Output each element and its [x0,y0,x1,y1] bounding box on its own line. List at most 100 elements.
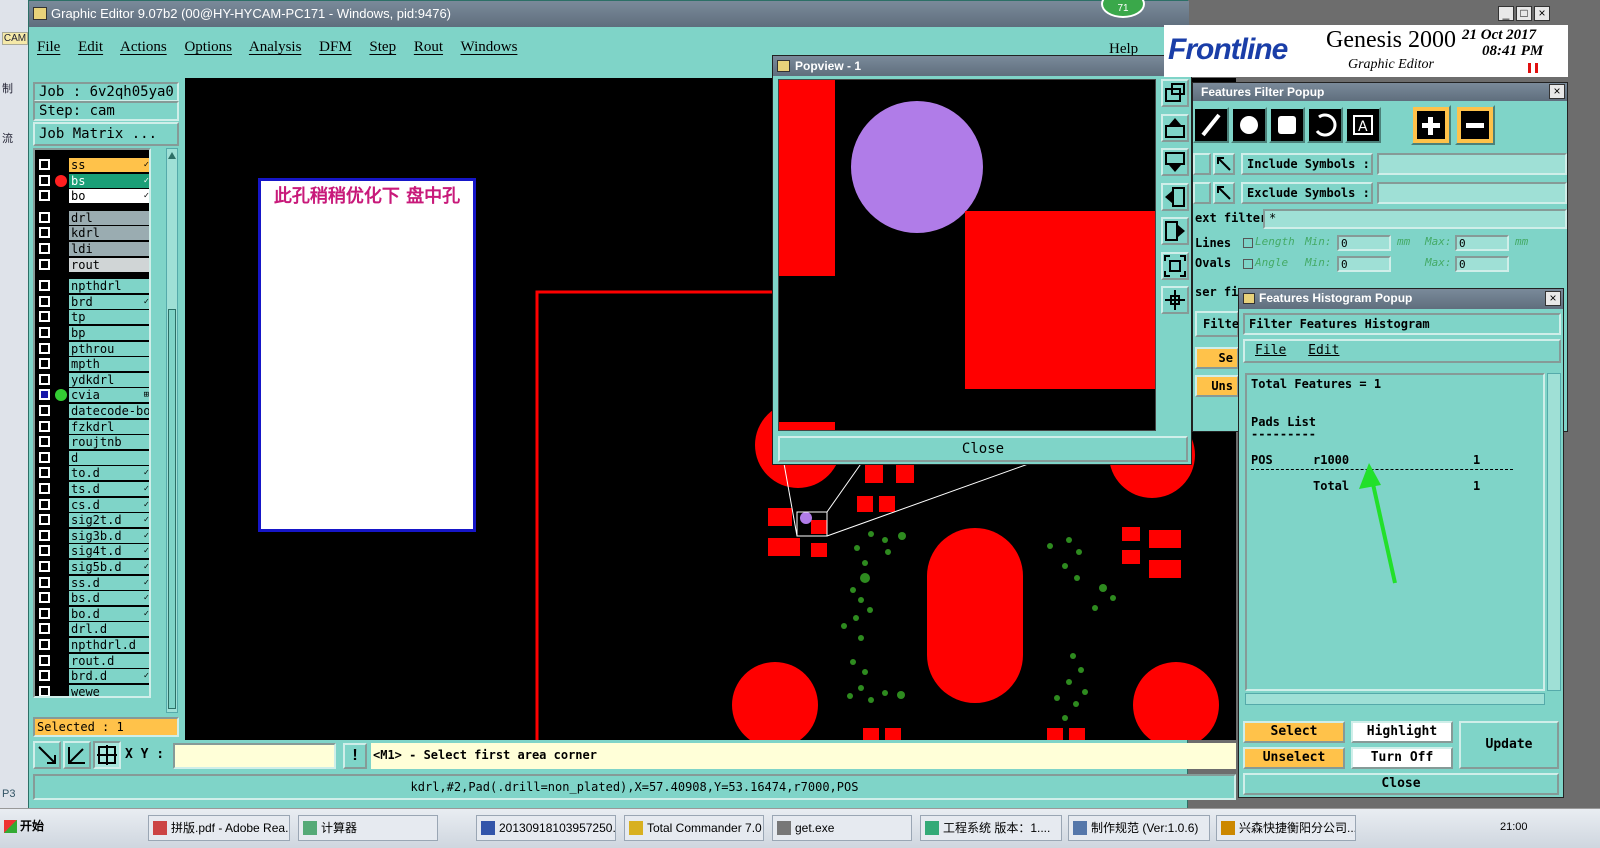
maximize-button[interactable]: □ [1516,6,1532,21]
menu-actions[interactable]: Actions [120,39,167,55]
tool-surface[interactable] [1269,107,1305,143]
update-button[interactable]: Update [1459,721,1559,769]
unselect-button[interactable]: Unselect [1243,747,1345,769]
layer-row[interactable]: brd.d ✓ [35,669,149,684]
task-item[interactable]: 拼版.pdf - Adobe Rea... [148,815,290,841]
histogram-close-button[interactable]: Close [1243,773,1559,795]
snap-tool-1[interactable] [33,741,61,769]
histogram-titlebar[interactable]: Features Histogram Popup [1239,289,1563,309]
minimize-button[interactable]: _ [1498,6,1514,21]
snap-tool-2[interactable] [63,741,91,769]
select-button[interactable]: Select [1243,721,1345,743]
menu-dfm[interactable]: DFM [319,39,352,55]
pause-icon[interactable] [1528,63,1538,73]
layer-checkbox[interactable] [39,258,50,270]
menu-windows[interactable]: Windows [461,39,518,55]
layer-checkbox[interactable] [39,311,50,323]
layer-checkbox[interactable] [39,529,50,541]
layer-row[interactable]: datecode-bo [35,404,149,418]
layer-checkbox[interactable] [39,670,50,682]
layer-row[interactable]: to.d ✓ [35,466,149,481]
angle-min-input[interactable]: 0 [1337,256,1391,272]
layer-row[interactable]: drl [35,210,149,225]
filter-button[interactable]: Filte [1195,311,1239,337]
layer-checkbox[interactable] [39,190,50,202]
exclude-symbols-input[interactable] [1377,182,1567,204]
desktop-label-1[interactable]: 制 [2,80,28,96]
task-item[interactable]: 兴森快捷衡阳分公司... [1216,815,1356,841]
tool-pad[interactable] [1231,107,1267,143]
xy-input[interactable] [173,743,336,769]
popview-pan-down-button[interactable] [1161,148,1189,176]
menu-edit[interactable]: Edit [78,39,103,55]
layer-checkbox[interactable] [39,545,50,557]
menu-step[interactable]: Step [369,39,396,55]
layer-row[interactable]: d [35,450,149,465]
close-window-button[interactable]: × [1534,6,1550,21]
features-filter-close-icon[interactable]: × [1549,84,1565,99]
tool-text[interactable]: A [1345,107,1381,143]
layer-checkbox[interactable] [39,576,50,588]
layer-row[interactable]: ss ✓ [35,158,149,172]
layer-checkbox[interactable] [39,174,50,186]
features-filter-titlebar[interactable]: Features Filter Popup [1193,83,1567,101]
include-symbols-button[interactable]: Include Symbols : [1241,153,1373,175]
menu-rout[interactable]: Rout [414,39,443,55]
layer-checkbox[interactable] [39,451,50,463]
text-filter-input[interactable]: * [1263,209,1567,229]
layer-row[interactable]: ldi [35,242,149,256]
tool-minus[interactable] [1455,105,1495,145]
tool-arc[interactable] [1307,107,1343,143]
layer-row[interactable]: sig2t.d ✓ [35,513,149,528]
layer-checkbox[interactable] [39,373,50,385]
layer-row[interactable]: bs ✓ [35,173,149,188]
layer-list-scrollbar[interactable] [166,148,178,713]
layer-row[interactable]: kdrl [35,226,149,241]
alert-icon[interactable]: ! [343,743,367,769]
include-symbols-input[interactable] [1377,153,1567,175]
task-item[interactable]: 制作规范 (Ver:1.0.6) [1068,815,1210,841]
layer-row[interactable]: bo ✓ [35,189,149,204]
layer-checkbox[interactable] [39,211,50,223]
layer-row[interactable]: npthdrl.d [35,638,149,652]
layer-checkbox[interactable] [39,607,50,619]
layer-row[interactable]: drl.d [35,622,149,637]
layer-checkbox[interactable] [39,654,50,666]
job-matrix-button[interactable]: Job Matrix ... [33,122,179,146]
menu-analysis[interactable]: Analysis [249,39,302,55]
histogram-hscrollbar[interactable] [1245,693,1545,705]
start-button[interactable]: 开始 [2,813,52,841]
layer-checkbox[interactable] [39,561,50,572]
layer-row[interactable]: sig3b.d ✓ [35,528,149,543]
task-item[interactable]: 计算器 [298,815,438,841]
popview-close-button[interactable]: Close [778,436,1188,462]
layer-checkbox[interactable] [39,420,50,432]
popview-pan-right-button[interactable] [1161,217,1189,245]
scroll-up-icon[interactable] [168,151,176,159]
layer-checkbox[interactable] [39,592,50,604]
angle-checkbox[interactable] [1243,259,1253,269]
layer-row[interactable]: ydkdrl [35,372,149,387]
tool-line[interactable] [1193,107,1229,143]
include-toggle[interactable] [1193,153,1211,175]
layer-checkbox[interactable] [39,483,50,494]
exclude-toggle[interactable] [1193,182,1211,204]
layer-checkbox[interactable] [39,436,50,448]
layer-checkbox[interactable] [39,514,50,526]
layer-checkbox[interactable] [39,498,50,510]
popview-canvas[interactable] [778,79,1156,431]
layer-row[interactable]: cvia ⊞ [35,388,149,403]
layer-row[interactable]: rout.d [35,653,149,668]
desktop-label-3[interactable]: P3 [2,788,28,800]
layer-row[interactable]: rout [35,257,149,272]
layer-checkbox[interactable] [39,280,50,292]
window-titlebar[interactable]: Graphic Editor 9.07b2 (00@HY-HYCAM-PC171… [29,1,1189,27]
histogram-scrollbar[interactable] [1547,373,1561,691]
layer-row[interactable]: bp [35,326,149,340]
layer-checkbox[interactable] [39,295,50,307]
unselect-partial-button[interactable]: Uns [1195,375,1239,397]
layer-row[interactable]: sig4t.d ✓ [35,544,149,559]
angle-max-input[interactable]: 0 [1455,256,1509,272]
layer-row[interactable]: fzkdrl [35,419,149,434]
highlight-button[interactable]: Highlight [1351,721,1453,743]
